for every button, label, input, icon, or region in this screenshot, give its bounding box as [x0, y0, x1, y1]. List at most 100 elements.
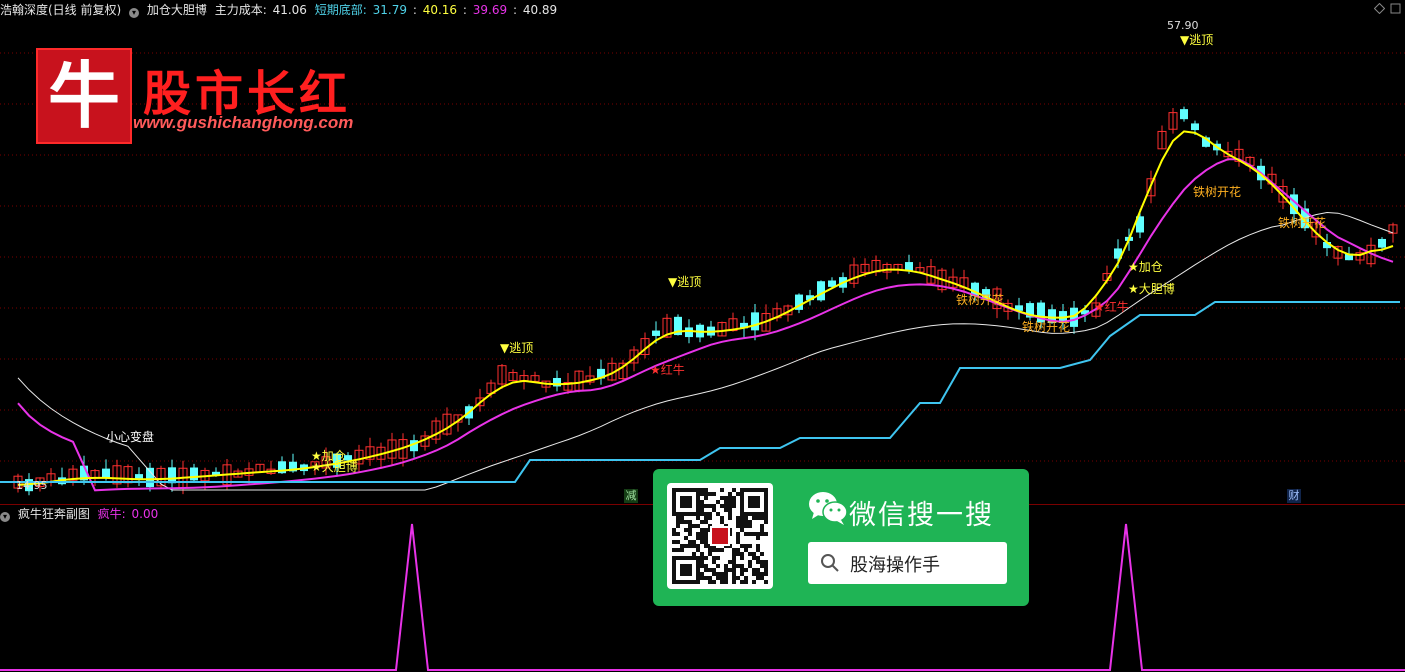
brand-logo-box: 牛 — [36, 48, 132, 144]
qr-module — [744, 520, 748, 524]
qr-module — [716, 572, 720, 576]
qr-module — [756, 516, 760, 520]
qr-module — [728, 516, 732, 520]
wechat-search-box[interactable]: 股海操作手 — [808, 542, 1007, 584]
qr-code[interactable] — [667, 483, 773, 589]
qr-center-logo — [710, 526, 730, 546]
label-escape-top-1: ▼逃顶 — [1180, 33, 1214, 47]
qr-module — [728, 500, 732, 504]
qr-module — [732, 572, 736, 576]
finance-marker[interactable]: 财 — [1287, 489, 1301, 503]
qr-module — [736, 492, 740, 496]
qr-module — [680, 548, 684, 552]
qr-module — [676, 524, 680, 528]
qr-module — [700, 560, 704, 564]
qr-finder-core — [748, 496, 760, 508]
dropdown-icon[interactable]: ▾ — [129, 8, 140, 18]
bottom-value-2: 40.16 — [422, 3, 458, 17]
qr-module — [700, 564, 704, 568]
qr-module — [712, 548, 716, 552]
qr-module — [732, 500, 736, 504]
chart-header: 浩翰深度(日线 前复权) ▾ 加仓大胆博 主力成本: 41.06 短期底部: 3… — [0, 0, 561, 20]
qr-module — [704, 544, 708, 548]
qr-module — [732, 576, 736, 580]
qr-module — [728, 568, 732, 572]
qr-module — [704, 576, 708, 580]
label-add-position-1: ★加仓 — [1128, 260, 1163, 274]
qr-module — [696, 532, 700, 536]
label-escape-top-3: ▼逃顶 — [500, 341, 534, 355]
diamond-icon[interactable] — [1374, 3, 1385, 14]
label-escape-top-2: ▼逃顶 — [668, 275, 702, 289]
window-icon[interactable] — [1390, 3, 1401, 14]
qr-module — [736, 548, 740, 552]
qr-module — [704, 496, 708, 500]
qr-module — [720, 496, 724, 500]
qr-module — [740, 544, 744, 548]
label-bold-bet-1: ★大胆博 — [1128, 282, 1175, 296]
qr-module — [716, 512, 720, 516]
qr-module — [760, 516, 764, 520]
dropdown-icon-sub[interactable]: ▾ — [0, 512, 10, 522]
qr-module — [724, 496, 728, 500]
indicator-name[interactable]: 加仓大胆博 — [147, 3, 207, 17]
qr-module — [704, 492, 708, 496]
qr-module — [760, 524, 764, 528]
qr-module — [752, 556, 756, 560]
qr-module — [748, 524, 752, 528]
qr-module — [704, 512, 708, 516]
qr-module — [764, 580, 768, 584]
qr-module — [732, 496, 736, 500]
qr-module — [748, 544, 752, 548]
candle-body — [190, 467, 198, 481]
qr-module — [756, 544, 760, 548]
qr-module — [736, 520, 740, 524]
qr-module — [744, 516, 748, 520]
qr-module — [720, 576, 724, 580]
label-caution: 小心变盘 — [106, 430, 155, 444]
qr-module — [756, 548, 760, 552]
qr-module — [736, 532, 740, 536]
wechat-search-text: 股海操作手 — [850, 555, 940, 576]
qr-module — [700, 508, 704, 512]
wechat-card[interactable]: 微信搜一搜 股海操作手 — [653, 469, 1029, 606]
qr-module — [724, 508, 728, 512]
qr-module — [676, 548, 680, 552]
qr-code-image — [672, 488, 768, 584]
qr-module — [748, 552, 752, 556]
qr-module — [704, 564, 708, 568]
qr-module — [712, 492, 716, 496]
qr-module — [736, 564, 740, 568]
qr-module — [700, 576, 704, 580]
qr-module — [740, 552, 744, 556]
qr-module — [744, 580, 748, 584]
qr-module — [724, 572, 728, 576]
qr-module — [672, 548, 676, 552]
qr-module — [708, 512, 712, 516]
stock-title[interactable]: 浩翰深度(日线 前复权) — [0, 3, 121, 17]
candle-body — [685, 327, 693, 338]
qr-module — [740, 516, 744, 520]
qr-module — [684, 544, 688, 548]
qr-module — [740, 524, 744, 528]
qr-module — [736, 536, 740, 540]
qr-module — [732, 552, 736, 556]
qr-module — [696, 548, 700, 552]
qr-module — [756, 568, 760, 572]
qr-module — [728, 492, 732, 496]
reduce-marker[interactable]: 减 — [624, 489, 638, 503]
sub-title[interactable]: 疯牛狂奔副图 — [18, 507, 90, 521]
label-bold-bet-2: ★大胆博 — [311, 460, 358, 474]
qr-module — [696, 544, 700, 548]
qr-module — [724, 504, 728, 508]
qr-module — [716, 564, 720, 568]
qr-module — [712, 508, 716, 512]
candle-body — [1191, 123, 1199, 131]
qr-finder-core — [680, 564, 692, 576]
qr-module — [764, 532, 768, 536]
qr-module — [684, 536, 688, 540]
label-iron-tree-2: 铁树开花 — [1278, 216, 1327, 230]
sub-label: 疯牛: — [97, 507, 126, 521]
qr-module — [708, 492, 712, 496]
qr-module — [756, 536, 760, 540]
